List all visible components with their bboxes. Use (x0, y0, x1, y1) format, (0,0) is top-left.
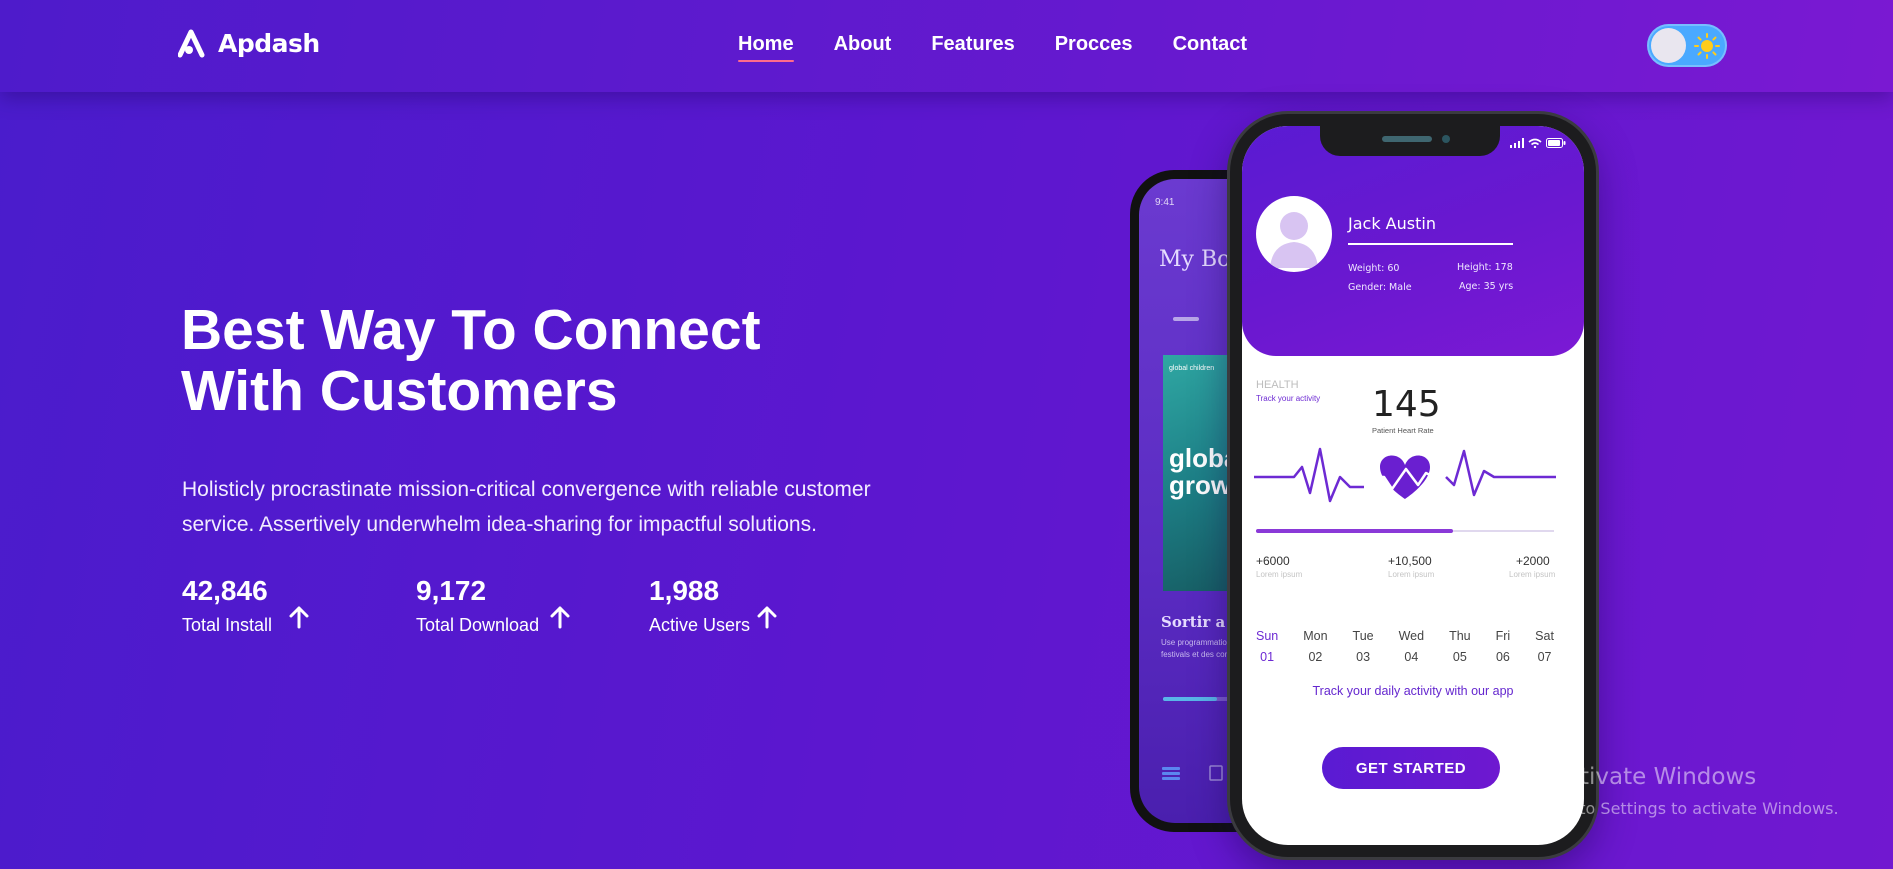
mini-stat-sub: Lorem ipsum (1388, 570, 1435, 579)
day-number: 06 (1495, 650, 1510, 664)
phone-front-mockup: Jack Austin Weight: 60 Height: 178 Gende… (1230, 114, 1596, 857)
profile-card: Jack Austin Weight: 60 Height: 178 Gende… (1242, 126, 1584, 356)
mini-stat-value: +10,500 (1388, 554, 1432, 568)
day-number: 03 (1356, 650, 1371, 664)
phone-notch (1320, 126, 1500, 156)
day-number: 02 (1308, 650, 1323, 664)
week-day-selector: Sun 01 Mon 02 Tue 03 Wed 04 Thu 05 Fri 06 Sat 0… (1256, 629, 1554, 664)
profile-age: Age: 35 yrs (1459, 281, 1514, 292)
day-number: 05 (1452, 650, 1467, 664)
day-name: Thu (1449, 629, 1471, 643)
hero-title: Best Way To Connect With Customers (181, 300, 941, 422)
menu-icon (1162, 767, 1180, 780)
signal-icon (1510, 138, 1524, 148)
hero-description: Holisticly procrastinate mission-critica… (182, 478, 871, 536)
get-started-button[interactable]: GET STARTED (1322, 747, 1500, 789)
document-icon (1209, 765, 1223, 781)
stat-active-users: 1,988 Active Users (649, 575, 849, 636)
windows-activation-subtitle: Go to Settings to activate Windows. (1552, 799, 1839, 818)
activity-progress-track (1256, 529, 1554, 533)
battery-icon (1546, 138, 1566, 148)
avatar (1256, 196, 1332, 272)
back-phone-tab-indicator (1173, 317, 1199, 321)
brand-name: Apdash (218, 28, 320, 58)
stat-total-download: 9,172 Total Download (416, 575, 616, 636)
day-item[interactable]: Tue 03 (1353, 629, 1374, 664)
arrow-up-icon (550, 606, 570, 629)
user-silhouette-icon (1270, 212, 1318, 268)
day-name: Sun (1256, 629, 1279, 643)
mini-stat-sub: Lorem ipsum (1256, 570, 1303, 579)
stat-value: 9,172 (416, 575, 487, 606)
toggle-knob (1651, 28, 1686, 63)
mini-stat-sub: Lorem ipsum (1509, 570, 1556, 579)
heart-rate-caption: Patient Heart Rate (1372, 426, 1434, 435)
day-item[interactable]: Thu 05 (1449, 629, 1471, 664)
day-name: Sat (1535, 629, 1554, 643)
profile-gender: Gender: Male (1348, 282, 1412, 293)
arrow-up-icon (757, 606, 777, 629)
back-phone-progress-fill (1163, 697, 1217, 701)
navbar: Apdash Home About Features Procces Conta… (0, 0, 1893, 92)
hero-title-line2: With Customers (181, 359, 618, 423)
stat-label: Total Install (182, 615, 273, 635)
phone-front-screen: Jack Austin Weight: 60 Height: 178 Gende… (1242, 126, 1584, 845)
status-bar-icons (1510, 138, 1566, 148)
day-item[interactable]: Fri 06 (1496, 629, 1511, 664)
main-nav: Home About Features Procces Contact (738, 33, 1247, 62)
nav-procces[interactable]: Procces (1055, 33, 1133, 62)
windows-activation-title: Activate Windows (1552, 764, 1757, 790)
activity-progress-fill (1256, 529, 1453, 533)
profile-divider (1348, 243, 1513, 245)
day-name: Mon (1303, 629, 1328, 643)
day-name: Wed (1398, 629, 1425, 643)
nav-features[interactable]: Features (931, 33, 1014, 62)
book-cover-small-text: global children (1169, 365, 1215, 372)
heart-rate-value: 145 (1372, 384, 1441, 425)
notch-camera (1442, 135, 1450, 143)
brand-logo[interactable]: Apdash (178, 28, 320, 58)
day-number: 04 (1404, 650, 1419, 664)
health-label: HEALTH (1256, 379, 1299, 391)
hero-title-line1: Best Way To Connect (181, 298, 761, 362)
mini-stat-value: +2000 (1516, 554, 1550, 568)
sun-icon (1694, 33, 1720, 59)
mini-stat-value: +6000 (1256, 554, 1290, 568)
back-phone-time: 9:41 (1155, 197, 1175, 208)
day-item[interactable]: Mon 02 (1303, 629, 1327, 664)
profile-name: Jack Austin (1348, 214, 1436, 233)
nav-about[interactable]: About (834, 33, 892, 62)
day-name: Tue (1352, 629, 1374, 643)
wifi-icon (1528, 138, 1542, 148)
stat-value: 1,988 (649, 575, 720, 606)
notch-speaker (1382, 136, 1432, 142)
day-name: Fri (1495, 629, 1511, 643)
day-item[interactable]: Sat 07 (1535, 629, 1554, 664)
day-number: 01 (1260, 650, 1275, 664)
day-number: 07 (1537, 650, 1552, 664)
day-item[interactable]: Sun 01 (1256, 629, 1278, 664)
profile-weight: Weight: 60 (1348, 263, 1400, 274)
apdash-logo-icon (178, 29, 205, 58)
track-activity-label: Track your activity (1256, 394, 1321, 403)
day-item[interactable]: Wed 04 (1399, 629, 1424, 664)
profile-height: Height: 178 (1457, 262, 1513, 273)
app-tagline: Track your daily activity with our app (1312, 684, 1514, 698)
nav-contact[interactable]: Contact (1173, 33, 1247, 62)
heartbeat-chart-icon (1254, 447, 1556, 503)
theme-toggle[interactable] (1647, 24, 1727, 67)
arrow-up-icon (289, 606, 309, 629)
stat-label: Total Download (416, 615, 540, 635)
stat-total-install: 42,846 Total Install (182, 575, 382, 636)
stat-value: 42,846 (182, 575, 268, 606)
nav-home[interactable]: Home (738, 33, 794, 62)
stat-label: Active Users (649, 615, 751, 635)
